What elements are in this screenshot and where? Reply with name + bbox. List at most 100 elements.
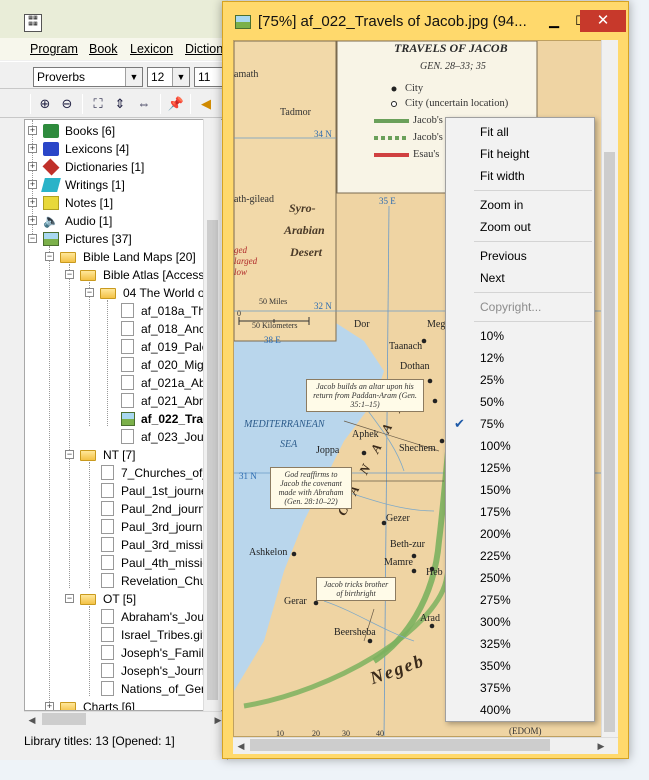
menubar: Program Book Lexicon Diction — [0, 38, 228, 60]
sea-label: MEDITERRANEAN — [244, 419, 325, 430]
chevron-down-icon[interactable]: ▼ — [172, 68, 189, 86]
file-icon — [121, 375, 134, 390]
menu-zoom-level[interactable]: 12% — [447, 347, 593, 369]
expand-icon[interactable]: + — [45, 702, 54, 710]
file-icon — [101, 681, 114, 696]
fit-all-icon[interactable]: ⛶ — [88, 94, 108, 114]
map-callout: Jacob builds an altar upon his return fr… — [306, 379, 424, 412]
place-label: amath — [234, 69, 259, 80]
chevron-down-icon[interactable]: ▼ — [125, 68, 142, 86]
tree-item-label: af_021_Abra — [141, 394, 210, 408]
expand-icon[interactable]: + — [28, 144, 37, 153]
menu-fit-height[interactable]: Fit height — [447, 143, 593, 165]
scale-tick-label: 40 — [376, 729, 384, 737]
collapse-icon[interactable]: − — [65, 270, 74, 279]
menu-dictionary[interactable]: Diction — [185, 42, 223, 56]
tree-item-label: 04 The World o — [123, 286, 205, 300]
menu-lexicon[interactable]: Lexicon — [130, 42, 173, 56]
file-icon — [101, 573, 114, 588]
scale-label: 50 Kilometers — [252, 321, 298, 330]
menu-zoom-level[interactable]: 50% — [447, 391, 593, 413]
menu-zoom-level-checked[interactable]: 75% — [447, 413, 593, 435]
menu-zoom-level[interactable]: 400% — [447, 699, 593, 721]
close-icon[interactable]: ✕ — [580, 10, 626, 32]
place-label: Syro- — [289, 201, 316, 215]
expand-icon[interactable]: + — [28, 180, 37, 189]
zoom-in-icon[interactable]: ⊕ — [35, 94, 55, 114]
tree-item-label: af_020_Mig — [141, 358, 204, 372]
menu-fit-width[interactable]: Fit width — [447, 165, 593, 187]
menu-zoom-level[interactable]: 325% — [447, 633, 593, 655]
collapse-icon[interactable]: − — [65, 450, 74, 459]
tree-vertical-scroll-thumb[interactable] — [207, 220, 218, 700]
fit-height-icon[interactable]: ⇕ — [110, 94, 130, 114]
file-icon — [121, 357, 134, 372]
main-titlebar[interactable]: ▦▦ ▦▦ — [0, 0, 228, 38]
fit-width-icon[interactable]: ⇔ — [134, 94, 154, 114]
scroll-right-icon[interactable]: ▶ — [593, 741, 609, 752]
menu-zoom-level[interactable]: 125% — [447, 457, 593, 479]
place-label: Joppa — [316, 445, 340, 456]
menu-zoom-level[interactable]: 10% — [447, 325, 593, 347]
menu-zoom-level[interactable]: 375% — [447, 677, 593, 699]
tree-item-label: Joseph's_Family — [121, 646, 210, 660]
collapse-icon[interactable]: − — [65, 594, 74, 603]
folder-icon — [60, 702, 76, 710]
menu-zoom-level[interactable]: 350% — [447, 655, 593, 677]
scale-tick-label: 30 — [342, 729, 350, 737]
menu-fit-all[interactable]: Fit all — [447, 121, 593, 143]
map-heading: TRAVELS OF JACOB — [394, 41, 508, 55]
menu-previous[interactable]: Previous — [447, 245, 593, 267]
menu-book[interactable]: Book — [89, 42, 118, 56]
file-icon — [101, 537, 114, 552]
menu-zoom-level[interactable]: 200% — [447, 523, 593, 545]
collapse-icon[interactable]: − — [28, 234, 37, 243]
expand-icon[interactable]: + — [28, 126, 37, 135]
file-icon — [101, 627, 114, 642]
place-label: Arabian — [284, 223, 325, 237]
menu-zoom-level[interactable]: 225% — [447, 545, 593, 567]
image-viewer-titlebar[interactable]: [75%] af_022_Travels of Jacob.jpg (94...… — [223, 2, 628, 40]
tree-horizontal-scroll-thumb[interactable] — [42, 713, 86, 725]
tree-guide — [107, 300, 108, 426]
tree-item-label: Abraham's_Jou — [121, 610, 205, 624]
menu-zoom-level[interactable]: 275% — [447, 589, 593, 611]
menu-zoom-level[interactable]: 100% — [447, 435, 593, 457]
book-select[interactable]: Proverbs ▼ — [33, 67, 143, 87]
minimize-icon[interactable]: ▁ — [541, 10, 567, 32]
map-horizontal-scroll-thumb[interactable] — [250, 739, 550, 751]
tree-item-label: Nations_of_Ger — [121, 682, 206, 696]
font-size-select[interactable]: 12 ▼ — [147, 67, 190, 87]
folder-icon — [80, 594, 96, 605]
books-icon — [43, 124, 59, 138]
menu-program[interactable]: Program — [30, 42, 78, 56]
map-vertical-scroll-thumb[interactable] — [604, 152, 615, 732]
back-arrow-icon[interactable]: ◀ — [196, 94, 216, 114]
collapse-icon[interactable]: − — [45, 252, 54, 261]
menu-zoom-level[interactable]: 250% — [447, 567, 593, 589]
expand-icon[interactable]: + — [28, 198, 37, 207]
file-icon — [101, 483, 114, 498]
menu-zoom-level[interactable]: 175% — [447, 501, 593, 523]
zoom-out-icon[interactable]: ⊖ — [57, 94, 77, 114]
file-icon — [101, 465, 114, 480]
menu-zoom-in[interactable]: Zoom in — [447, 194, 593, 216]
menu-zoom-level[interactable]: 150% — [447, 479, 593, 501]
scale-label: 0 — [237, 309, 241, 318]
menu-next[interactable]: Next — [447, 267, 593, 289]
scroll-left-icon[interactable]: ◀ — [24, 715, 40, 726]
library-tree[interactable]: + Books [6] + Lexicons [4] + Dictionarie… — [24, 119, 228, 711]
file-icon — [101, 609, 114, 624]
pin-icon[interactable]: 📌 — [166, 94, 186, 114]
tree-item-label: 7_Churches_of_ — [121, 466, 210, 480]
map-callout: God reaffirms to Jacob the covenant made… — [270, 467, 352, 509]
scroll-left-icon[interactable]: ◀ — [233, 741, 249, 752]
expand-icon[interactable]: + — [28, 162, 37, 171]
place-label: low — [234, 267, 248, 277]
expand-icon[interactable]: + — [28, 216, 37, 225]
menu-zoom-out[interactable]: Zoom out — [447, 216, 593, 238]
collapse-icon[interactable]: − — [85, 288, 94, 297]
menu-zoom-level[interactable]: 300% — [447, 611, 593, 633]
place-label: Desert — [290, 245, 322, 259]
menu-zoom-level[interactable]: 25% — [447, 369, 593, 391]
